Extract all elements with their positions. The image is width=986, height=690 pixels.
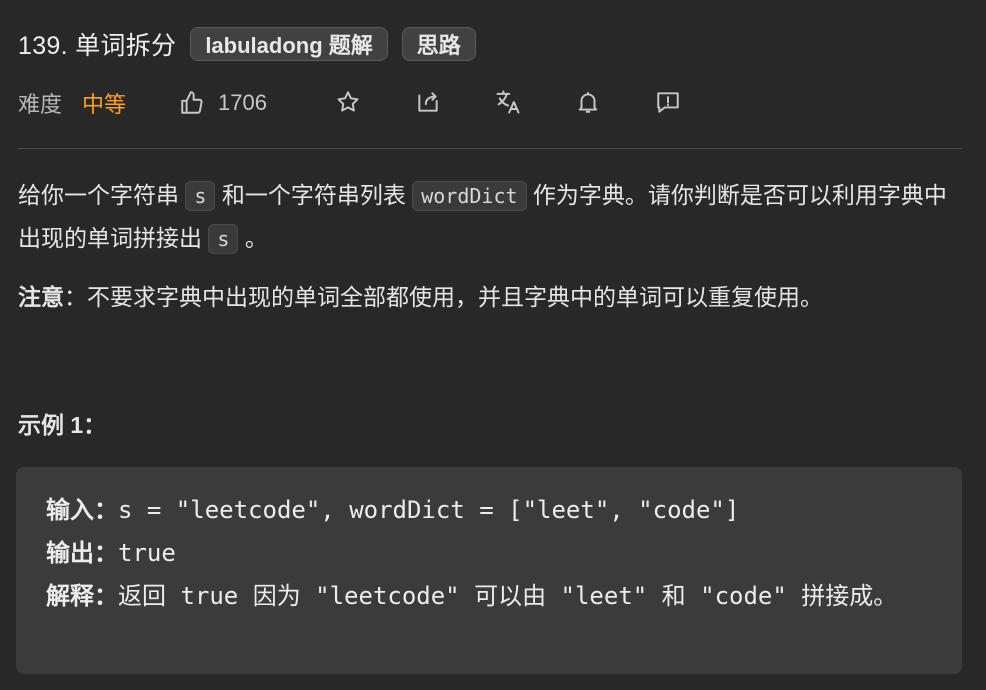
description-text: 和一个字符串列表	[215, 182, 413, 208]
difficulty-badge: 中等	[82, 92, 127, 117]
problem-description: 给你一个字符串 s 和一个字符串列表 wordDict 作为字典。请你判断是否可…	[18, 174, 958, 260]
example-explanation-line: 解释：返回 true 因为 "leetcode" 可以由 "leet" 和 "c…	[46, 575, 932, 618]
explanation-label: 解释：	[46, 583, 118, 610]
difficulty-label: 难度	[18, 92, 63, 117]
input-label: 输入：	[46, 497, 118, 524]
inline-code-s: s	[185, 181, 216, 211]
example-codeblock: 输入：s = "leetcode", wordDict = ["leet", "…	[16, 467, 962, 674]
like-count: 1706	[218, 90, 267, 115]
meta-bar: 难度 中等 1706	[18, 86, 267, 120]
inline-code-worddict: wordDict	[412, 181, 527, 211]
note-paragraph: 注意：不要求字典中出现的单词全部都使用，并且字典中的单词可以重复使用。	[18, 276, 958, 318]
inline-code-s: s	[208, 224, 239, 254]
description-text: 。	[238, 225, 268, 251]
example-title: 示例 1：	[18, 412, 107, 438]
example-input-line: 输入：s = "leetcode", wordDict = ["leet", "…	[46, 489, 932, 532]
output-label: 输出：	[46, 540, 118, 567]
note-text: ：不要求字典中出现的单词全部都使用，并且字典中的单词可以重复使用。	[64, 284, 823, 310]
description-text: 给你一个字符串	[18, 182, 186, 208]
problem-title: 139. 单词拆分	[18, 32, 177, 60]
example-output-line: 输出：true	[46, 532, 932, 575]
thumbs-up-icon	[178, 89, 206, 117]
like-button[interactable]: 1706	[178, 89, 267, 117]
input-value: s = "leetcode", wordDict = ["leet", "cod…	[118, 496, 740, 524]
bell-icon[interactable]	[574, 88, 602, 116]
divider	[18, 148, 962, 149]
star-icon[interactable]	[334, 88, 362, 116]
feedback-icon[interactable]	[654, 88, 682, 116]
tag-labuladong-solution[interactable]: labuladong 题解	[190, 27, 388, 61]
translate-icon[interactable]	[494, 88, 522, 116]
problem-header: 139. 单词拆分 labuladong 题解 思路	[18, 26, 476, 62]
explanation-value: 返回 true 因为 "leetcode" 可以由 "leet" 和 "code…	[118, 582, 898, 610]
tag-approach[interactable]: 思路	[401, 27, 476, 61]
output-value: true	[118, 539, 176, 567]
note-label: 注意	[18, 284, 64, 310]
share-icon[interactable]	[414, 88, 442, 116]
